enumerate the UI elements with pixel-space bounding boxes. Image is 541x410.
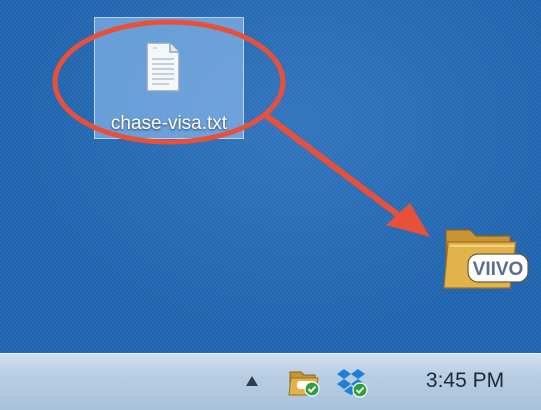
desktop[interactable] <box>0 0 541 353</box>
file-name-label: chase-visa.txt <box>110 113 228 134</box>
viivo-folder-icon[interactable]: VIIVO <box>440 218 530 296</box>
dropbox-tray-icon[interactable] <box>335 365 369 399</box>
taskbar-clock[interactable]: 3:45 PM <box>400 366 530 396</box>
viivo-tray-icon[interactable] <box>287 366 321 398</box>
screen: chase-visa.txt VIIVO 3:45 PM <box>0 0 541 410</box>
viivo-folder-label: VIIVO <box>473 259 524 280</box>
show-hidden-icons-arrow[interactable] <box>245 375 259 387</box>
text-file-icon <box>146 42 180 92</box>
